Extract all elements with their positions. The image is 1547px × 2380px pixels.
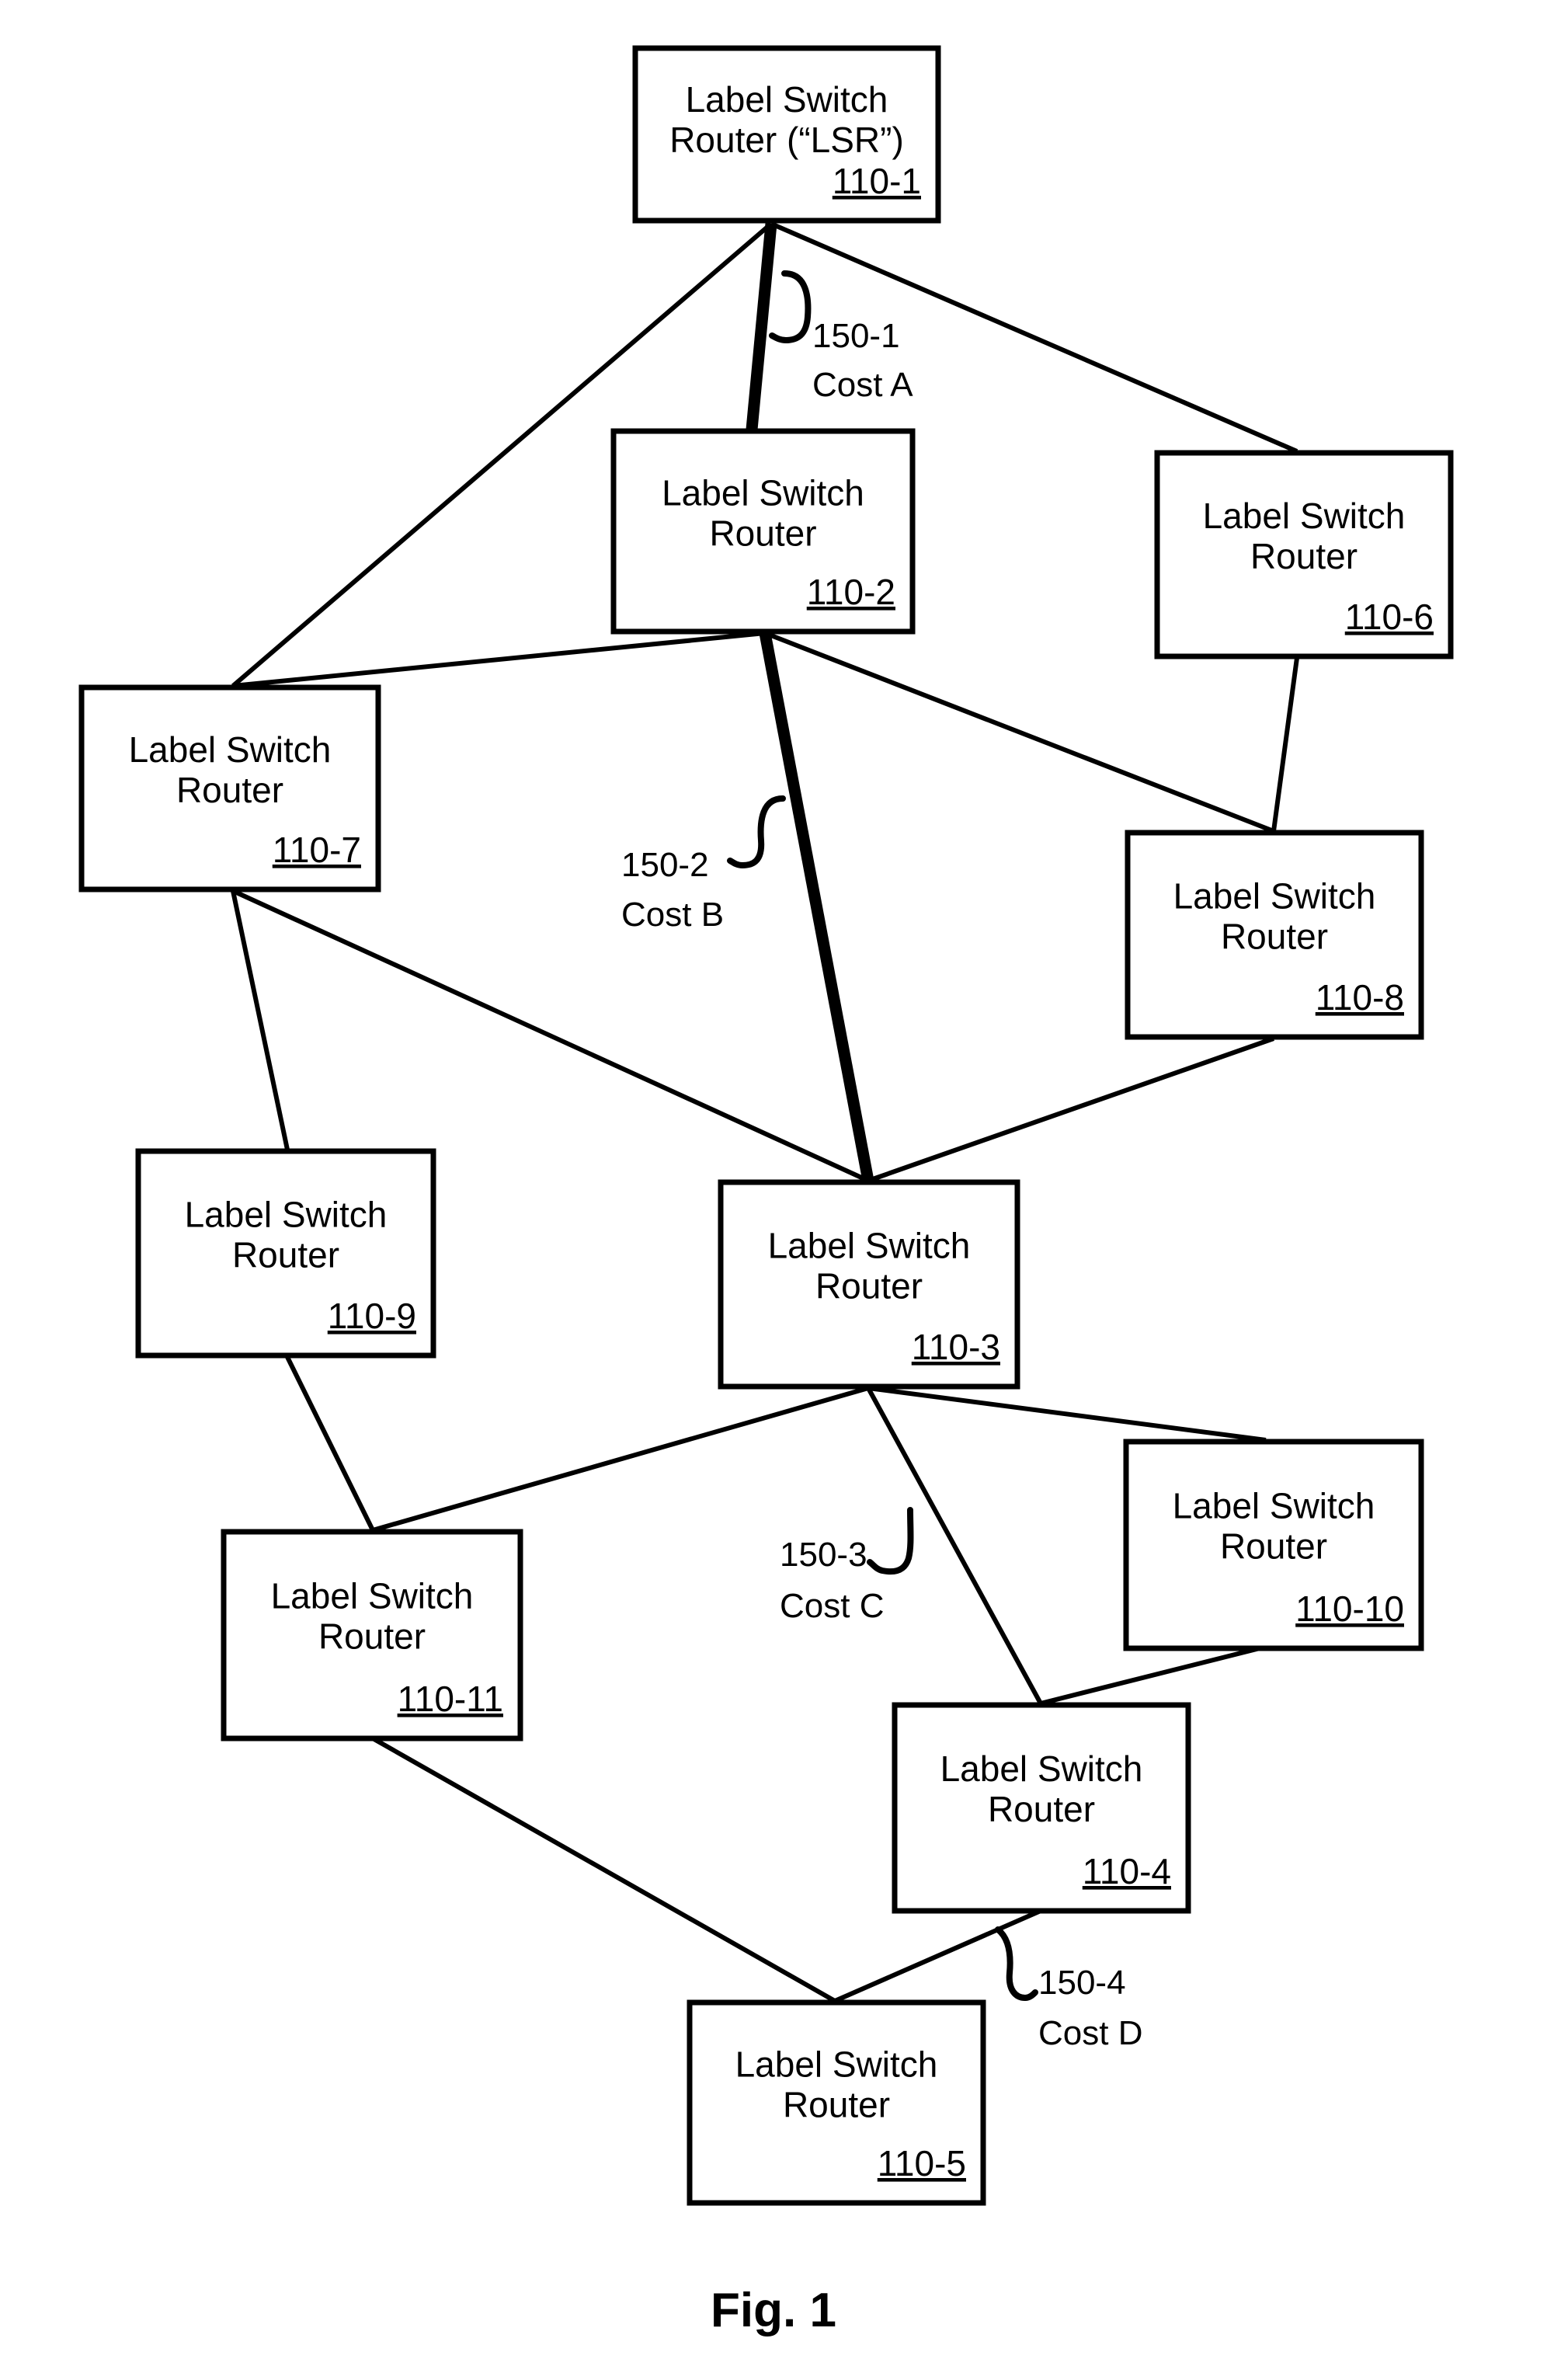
node-110-3[interactable]: Label SwitchRouter 110-3 <box>718 1179 1020 1390</box>
node-title-line1: Label Switch <box>185 1194 388 1234</box>
link-110-3-to-110-11 <box>372 1386 869 1533</box>
node-110-11[interactable]: Label SwitchRouter 110-11 <box>221 1529 523 1742</box>
node-reference-numeral: 110-8 <box>1316 977 1404 1018</box>
node-title-line1: Label Switch <box>129 729 332 770</box>
node-110-10[interactable]: Label SwitchRouter 110-10 <box>1123 1439 1424 1651</box>
leader-line-icon <box>995 1926 1038 2001</box>
node-reference-numeral: 110-11 <box>398 1679 503 1719</box>
node-title-line1: Label Switch <box>1173 1485 1375 1526</box>
link-cost-label: Cost C <box>780 1587 884 1625</box>
node-110-6[interactable]: Label SwitchRouter 110-6 <box>1154 450 1454 659</box>
link-110-2-to-110-8 <box>763 631 1275 833</box>
leader-line-icon <box>769 270 812 343</box>
link-110-3-to-110-4 <box>866 1387 1043 1705</box>
node-title-line2: Router <box>783 2084 890 2124</box>
leader-line-icon <box>867 1507 914 1575</box>
link-cost-label: Cost D <box>1038 2014 1142 2052</box>
node-reference-numeral: 110-7 <box>273 830 361 870</box>
link-110-3-to-110-10 <box>867 1386 1267 1442</box>
node-title-line1: Label Switch <box>686 79 888 120</box>
link-110-2-to-110-3 <box>759 632 874 1182</box>
node-reference-numeral: 110-5 <box>878 2143 966 2183</box>
node-110-8[interactable]: Label SwitchRouter 110-8 <box>1125 830 1424 1040</box>
node-title-line2: Router <box>1250 536 1358 576</box>
node-title-line1: Label Switch <box>662 472 864 513</box>
node-reference-numeral: 110-10 <box>1295 1588 1404 1629</box>
node-title-line2: Router (“LSR”) <box>669 120 904 160</box>
node-reference-numeral: 110-9 <box>328 1296 416 1336</box>
node-110-9[interactable]: Label SwitchRouter 110-9 <box>135 1148 436 1359</box>
node-110-4[interactable]: Label SwitchRouter 110-4 <box>892 1702 1191 1914</box>
node-title-line2: Router <box>232 1234 339 1275</box>
link-reference-numeral: 150-4 <box>1038 1964 1126 2002</box>
node-title-line1: Label Switch <box>735 2044 938 2084</box>
node-title-line2: Router <box>318 1616 426 1656</box>
patent-figure-root: Label Switch Router (“LSR”) 110-1 Label Swi… <box>0 0 1547 2380</box>
node-title-line2: Router <box>988 1789 1095 1829</box>
node-reference-numeral: 110-3 <box>912 1327 1000 1367</box>
node-110-5[interactable]: Label SwitchRouter 110-5 <box>687 1999 986 2206</box>
node-110-2[interactable]: Label SwitchRouter 110-2 <box>610 428 916 635</box>
link-cost-label: Cost A <box>812 366 913 404</box>
link-110-8-to-110-3 <box>867 1036 1274 1183</box>
node-title-line1: Label Switch <box>940 1748 1143 1789</box>
node-title-line1: Label Switch <box>768 1225 971 1265</box>
link-cost-label: Cost B <box>621 896 724 934</box>
link-110-2-to-110-7 <box>232 631 766 688</box>
nodes-layer: Label SwitchRouter (“LSR”)110-1Label Swi… <box>78 45 1454 2206</box>
node-reference-numeral: 110-4 <box>1083 1851 1171 1891</box>
link-110-9-to-110-11 <box>285 1355 375 1532</box>
link-110-7-to-110-3 <box>231 889 870 1183</box>
link-reference-numeral: 150-3 <box>780 1536 867 1574</box>
node-title-line2: Router <box>709 513 816 553</box>
node-title-line2: Router <box>1220 1526 1327 1566</box>
link-110-6-to-110-8 <box>1271 657 1299 832</box>
link-reference-numeral: 150-2 <box>621 846 709 884</box>
link-reference-numeral: 150-1 <box>812 317 900 355</box>
link-110-1-to-110-2 <box>746 223 777 430</box>
node-title-line1: Label Switch <box>1203 496 1406 536</box>
link-annotation-150-4: 150-4 Cost D <box>995 1926 1142 2052</box>
link-110-10-to-110-4 <box>1040 1644 1267 1706</box>
link-annotation-150-1: 150-1 Cost A <box>769 270 913 404</box>
node-110-7[interactable]: Label SwitchRouter 110-7 <box>78 684 381 893</box>
node-reference-numeral: 110-1 <box>833 161 921 201</box>
node-title-line1: Label Switch <box>1173 875 1376 916</box>
node-title-line2: Router <box>176 770 283 810</box>
node-110-1[interactable]: Label SwitchRouter (“LSR”)110-1 <box>632 45 941 224</box>
node-reference-numeral: 110-2 <box>807 572 895 612</box>
node-reference-numeral: 110-6 <box>1345 597 1434 637</box>
node-title-line2: Router <box>815 1265 923 1306</box>
node-title-line2: Router <box>1221 916 1328 956</box>
link-110-7-to-110-9 <box>231 890 290 1150</box>
link-110-11-to-110-5 <box>371 1736 836 2003</box>
link-annotation-150-3: 150-3 Cost C <box>780 1507 914 1625</box>
network-topology-diagram: Label SwitchRouter (“LSR”)110-1Label Swi… <box>78 45 1454 2337</box>
figure-caption: Fig. 1 <box>711 2284 836 2337</box>
link-annotation-150-2: 150-2 Cost B <box>621 795 786 934</box>
leader-line-icon <box>727 795 786 868</box>
node-title-line1: Label Switch <box>271 1575 474 1616</box>
